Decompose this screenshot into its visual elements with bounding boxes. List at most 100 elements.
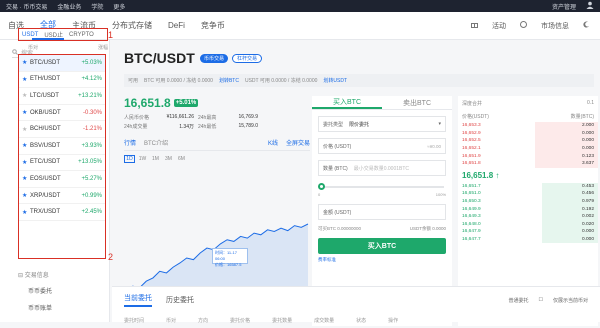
market-info-link[interactable]: 市场信息 <box>541 21 569 31</box>
top-nav-finance[interactable]: 金融业务 <box>57 2 81 11</box>
current-pair-only-label: 仅展示当前币对 <box>552 297 588 304</box>
buy-btc-button[interactable]: 买入BTC <box>318 238 446 254</box>
price-input[interactable]: 价格 (USDT) ≈¥0.00 <box>318 138 446 154</box>
star-icon[interactable]: ★ <box>22 192 30 199</box>
order-column-header: 委托数量 <box>272 318 293 324</box>
star-icon[interactable]: ★ <box>22 209 30 216</box>
bid-row[interactable]: 16,649.3 0.002 <box>458 212 598 221</box>
usdt-available: USDT余额 0.0000 <box>409 226 446 231</box>
order-type-select[interactable]: 委托类型 限价委托 ▾ <box>318 116 446 132</box>
transfer-usdt-link[interactable]: 划转USDT <box>323 77 347 84</box>
market-tab-usdk[interactable]: USD止 <box>44 30 63 39</box>
amount-label: 数量 (BTC) <box>323 165 348 172</box>
link-orders[interactable]: 币币委托 <box>28 286 108 295</box>
fullscreen-link[interactable]: 全屏交易 <box>286 138 310 147</box>
fee-standard-link[interactable]: 费率标准 <box>318 257 446 263</box>
section-title: 交易信息 <box>24 273 49 279</box>
bid-row[interactable]: 16,650.3 0.979 <box>458 197 598 206</box>
pair-row[interactable]: ★ BSV/USDT +3.93% <box>19 138 105 155</box>
order-column-header: 成交数量 <box>314 318 335 324</box>
pair-change: -0.30% <box>82 109 102 116</box>
amount-input[interactable]: 数量 (BTC) 最小交易数量0.0001BTC <box>318 160 446 176</box>
bid-price: 16,649.3 <box>462 214 481 220</box>
bid-price: 16,648.0 <box>462 221 481 227</box>
tab-buy-btc[interactable]: 买入BTC <box>312 96 382 109</box>
pair-row[interactable]: ★ TRX/USDT +2.45% <box>19 204 105 221</box>
bid-row[interactable]: 16,647.9 0.000 <box>458 228 598 236</box>
star-icon[interactable]: ★ <box>22 142 30 149</box>
interval-6m[interactable]: 6M <box>176 155 187 163</box>
kline-link[interactable]: K线 <box>268 138 278 147</box>
top-nav-more[interactable]: 更多 <box>113 2 125 11</box>
total-input[interactable]: 金额 (USDT) <box>318 204 446 220</box>
bid-row[interactable]: 16,648.0 0.020 <box>458 220 598 229</box>
ask-row[interactable]: 16,651.9 0.123 <box>458 152 598 160</box>
ask-row[interactable]: 16,652.5 0.000 <box>458 137 598 145</box>
ask-row[interactable]: 16,653.3 2.000 <box>458 122 598 130</box>
pair-symbol: TRX/USDT <box>30 209 60 216</box>
activity-link[interactable]: 活动 <box>492 21 506 31</box>
tab-open-orders[interactable]: 当前委托 <box>124 293 152 307</box>
bid-row[interactable]: 16,651.7 0.453 <box>458 182 598 191</box>
pair-symbol: LTC/USDT <box>30 92 59 99</box>
total-label: 金额 (USDT) <box>323 209 352 216</box>
page-title: BTC/USDT <box>124 50 195 66</box>
pair-row[interactable]: ★ BTC/USDT +5.03% <box>19 55 105 72</box>
slider-handle[interactable] <box>318 183 325 190</box>
link-bills[interactable]: 币币账单 <box>28 303 108 312</box>
margin-trade-pill[interactable]: 杠杆交易 <box>232 54 263 63</box>
star-icon[interactable]: ★ <box>22 76 30 83</box>
bid-amount: 0.456 <box>581 191 594 197</box>
order-type-filter[interactable]: 普通委托 <box>508 297 528 304</box>
transfer-btc-link[interactable]: 划转BTC <box>219 77 239 84</box>
star-icon[interactable]: ★ <box>22 92 30 99</box>
pair-row[interactable]: ★ LTC/USDT +13.21% <box>19 88 105 105</box>
bid-row[interactable]: 16,649.9 0.192 <box>458 205 598 213</box>
star-icon[interactable]: ★ <box>22 109 30 116</box>
tab-order-history[interactable]: 历史委托 <box>166 295 194 305</box>
ask-row[interactable]: 16,652.1 0.000 <box>458 144 598 153</box>
interval-1w[interactable]: 1W <box>137 155 148 163</box>
spot-trade-pill[interactable]: 币币交易 <box>200 54 229 63</box>
market-tab-usdt[interactable]: USDT <box>22 32 38 38</box>
section-toggle-icon[interactable]: ⊟ <box>18 273 25 279</box>
pair-row[interactable]: ★ XRP/USDT +0.99% <box>19 188 105 205</box>
column-change[interactable]: 涨幅 <box>98 44 108 51</box>
star-icon[interactable]: ★ <box>22 175 30 182</box>
pair-row[interactable]: ★ ETC/USDT +13.05% <box>19 155 105 172</box>
interval-1d[interactable]: 1D <box>124 154 135 163</box>
checkbox-icon[interactable]: ☐ <box>539 297 543 303</box>
top-nav-academy[interactable]: 学院 <box>91 2 103 11</box>
pair-row[interactable]: ★ EOS/USDT +5.27% <box>19 171 105 188</box>
pair-list: ★ BTC/USDT +5.03% ★ ETH/USDT +4.12% ★ LTC/USDT +… <box>18 54 106 259</box>
stat-value: 16,769.9 <box>238 114 258 120</box>
ask-row[interactable]: 16,652.9 0.000 <box>458 129 598 138</box>
trade-main: BTC/USDT 币币交易 杠杆交易 可用 BTC 可用 0.0000 / 冻结… <box>112 40 600 326</box>
market-tab-crypto[interactable]: CRYPTO <box>69 32 94 38</box>
pair-row[interactable]: ★ OKB/USDT -0.30% <box>19 105 105 122</box>
tab-altcoins[interactable]: 竞争币 <box>193 12 233 40</box>
chart-actions: K线 全屏交易 <box>268 138 310 147</box>
star-icon[interactable]: ★ <box>22 59 30 66</box>
tab-market[interactable]: 行情 <box>124 138 136 147</box>
pair-row[interactable]: ★ ETH/USDT +4.12% <box>19 72 105 89</box>
user-icon[interactable] <box>586 1 594 11</box>
interval-1m[interactable]: 1M <box>150 155 161 163</box>
tab-btc-intro[interactable]: BTC介绍 <box>144 138 168 147</box>
amount-slider[interactable]: 0 100% <box>318 182 446 197</box>
bid-row[interactable]: 16,647.7 0.000 <box>458 235 598 244</box>
tab-sell-btc[interactable]: 卖出BTC <box>382 96 452 109</box>
pair-row[interactable]: ★ BCH/USDT -1.21% <box>19 121 105 138</box>
theme-toggle-icon[interactable] <box>583 21 590 30</box>
star-icon[interactable]: ★ <box>22 126 30 133</box>
asset-management-link[interactable]: 资产管理 <box>552 2 576 11</box>
star-icon[interactable]: ★ <box>22 159 30 166</box>
bid-row[interactable]: 16,651.0 0.456 <box>458 190 598 198</box>
depth-precision-select[interactable]: 0.1 <box>587 100 594 107</box>
stat-label: 24h最高 <box>198 115 217 121</box>
interval-3m[interactable]: 3M <box>163 155 174 163</box>
tab-defi[interactable]: DeFi <box>160 12 193 40</box>
ask-row[interactable]: 16,651.8 3.637 <box>458 159 598 168</box>
top-nav-trade[interactable]: 交易 · 币币交易 <box>6 2 47 11</box>
bid-price: 16,650.3 <box>462 199 481 205</box>
